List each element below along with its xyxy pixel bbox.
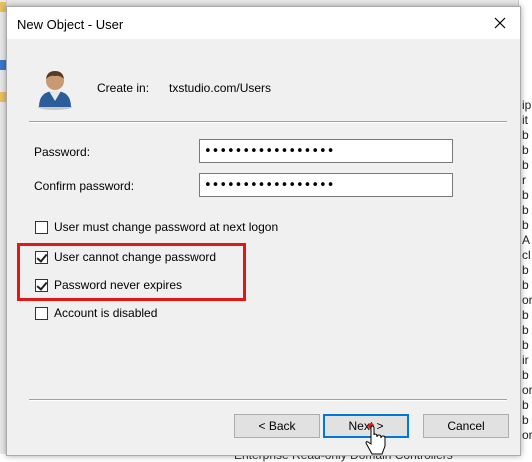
title-bar: New Object - User: [7, 7, 520, 39]
confirm-password-field[interactable]: [199, 173, 453, 197]
background-list-fragment: cl: [522, 248, 531, 262]
background-list-fragment: r: [522, 173, 526, 187]
background-list-fragment: b: [522, 398, 529, 412]
hand-cursor-icon: [365, 423, 386, 455]
create-in-label: Create in:: [97, 81, 150, 95]
background-list-fragment: b: [522, 308, 529, 322]
background-list-fragment: b: [522, 278, 529, 292]
separator: [29, 399, 507, 401]
background-list-fragment: A: [522, 233, 531, 247]
background-list-fragment: ir: [522, 353, 529, 367]
account-disabled-option[interactable]: Account is disabled: [35, 305, 157, 321]
background-list-fragment: b: [522, 188, 529, 202]
background-list-fragment: ip: [522, 98, 532, 112]
close-icon: [494, 17, 506, 29]
account-disabled-label: Account is disabled: [54, 306, 158, 320]
background-list-fragment: b: [522, 413, 529, 427]
background-list-fragment: b: [522, 158, 529, 172]
new-user-dialog: New Object - User Create in: txstudio.co…: [6, 6, 521, 456]
account-disabled-checkbox[interactable]: [35, 306, 48, 320]
background-list-fragment: b: [522, 128, 529, 142]
user-icon: [38, 71, 72, 110]
background-list-fragment: it: [522, 113, 528, 127]
back-button[interactable]: < Back: [234, 414, 320, 438]
dialog-title: New Object - User: [17, 17, 124, 32]
password-field[interactable]: [199, 139, 453, 163]
password-label: Password:: [34, 145, 91, 159]
must-change-password-option[interactable]: User must change password at next logon: [35, 219, 278, 235]
background-list-fragment: b: [522, 263, 529, 277]
create-in-path: txstudio.com/Users: [169, 81, 272, 95]
background-list-fragment: b: [522, 323, 529, 337]
background-list-fragment: or: [522, 293, 532, 307]
confirm-password-label: Confirm password:: [34, 179, 135, 193]
background-list-fragment: b: [522, 203, 529, 217]
cancel-button[interactable]: Cancel: [423, 414, 509, 438]
close-button[interactable]: [486, 11, 514, 35]
must-change-password-checkbox[interactable]: [35, 220, 48, 234]
background-list-fragment: or: [522, 428, 532, 442]
background-list-fragment: or: [522, 383, 532, 397]
annotation-highlight-box: [17, 243, 246, 301]
background-list-fragment: b: [522, 143, 529, 157]
background-list-fragment: b: [522, 218, 529, 232]
background-list-fragment: b: [522, 368, 529, 382]
separator: [29, 121, 507, 123]
background-list-fragment: b: [522, 338, 529, 352]
must-change-password-label: User must change password at next logon: [54, 220, 279, 234]
